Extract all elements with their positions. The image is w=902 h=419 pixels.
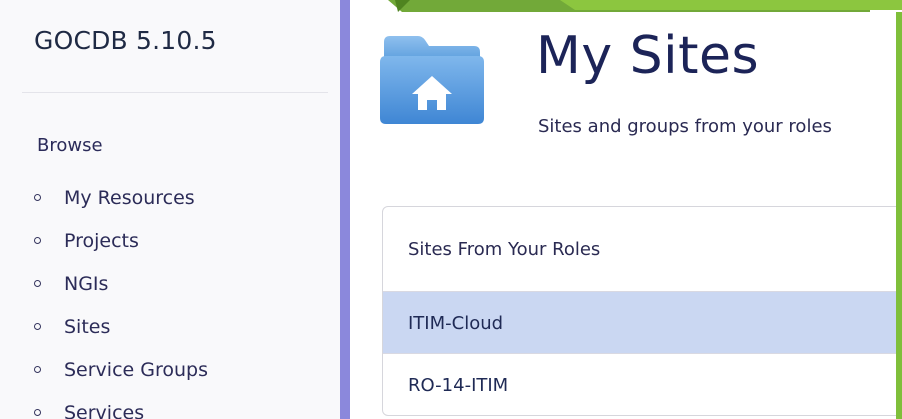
site-row-label[interactable]: RO-14-ITIM [408,375,508,396]
sidebar-item-label[interactable]: NGIs [64,273,108,295]
sidebar-item-service-groups[interactable]: Service Groups [34,348,208,391]
bullet-icon [34,194,41,201]
sidebar-item-label[interactable]: My Resources [64,187,195,209]
site-row-label[interactable]: ITIM-Cloud [408,313,503,334]
site-row-itim-cloud[interactable]: ITIM-Cloud [383,291,902,354]
page-title: My Sites [536,26,760,86]
sites-panel: Sites From Your Roles ITIM-Cloud RO-14-I… [382,206,902,416]
panel-heading: Sites From Your Roles [408,238,601,260]
bullet-icon [34,237,41,244]
browse-heading: Browse [37,135,103,156]
bullet-icon [34,366,41,373]
bullet-icon [34,409,41,416]
sidebar-item-label[interactable]: Projects [64,230,139,252]
page-subtitle: Sites and groups from your roles [538,116,832,137]
sidebar-item-services[interactable]: Services [34,391,208,419]
main-content: My Sites Sites and groups from your role… [350,0,902,419]
sidebar-item-my-resources[interactable]: My Resources [34,176,208,219]
page: GOCDB 5.10.5 Browse My Resources Project… [0,0,902,419]
sidebar-divider [22,92,328,93]
sidebar-item-label[interactable]: Services [64,402,144,419]
sidebar-item-label[interactable]: Sites [64,316,110,338]
sidebar-item-ngis[interactable]: NGIs [34,262,208,305]
sidebar-nav: My Resources Projects NGIs Sites Service… [34,176,208,419]
site-row-ro-14-itim[interactable]: RO-14-ITIM [383,353,902,415]
sidebar-item-projects[interactable]: Projects [34,219,208,262]
sidebar: GOCDB 5.10.5 Browse My Resources Project… [0,0,340,419]
sidebar-item-sites[interactable]: Sites [34,305,208,348]
sidebar-border [340,0,350,419]
bullet-icon [34,323,41,330]
bullet-icon [34,280,41,287]
panel-header: Sites From Your Roles [383,207,902,291]
sidebar-item-label[interactable]: Service Groups [64,359,208,381]
app-title[interactable]: GOCDB 5.10.5 [34,26,217,55]
home-folder-icon [380,36,484,124]
